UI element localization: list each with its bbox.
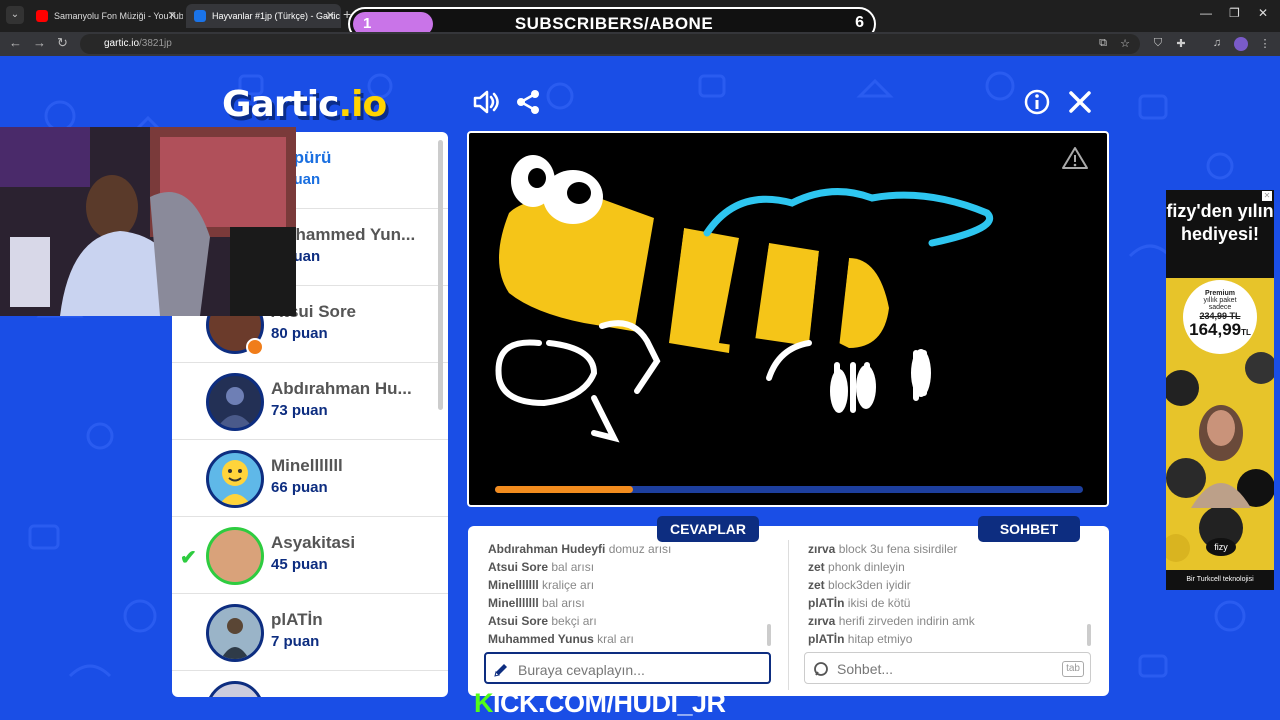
chat-message: plATİn hitap etmiyo bbox=[808, 632, 913, 646]
drawing-canvas[interactable] bbox=[467, 131, 1109, 507]
chat-message: zırva herifi zirveden indirin amk bbox=[808, 614, 975, 628]
bookmark-star-icon[interactable]: ☆ bbox=[1118, 37, 1132, 51]
avatar bbox=[206, 527, 264, 585]
info-icon[interactable] bbox=[1023, 88, 1051, 116]
answer-message: Abdırahman Hudeyfi domuz arısı bbox=[488, 542, 672, 556]
chat-input[interactable] bbox=[837, 659, 1077, 679]
menu-kebab-icon[interactable]: ⋮ bbox=[1258, 37, 1272, 51]
avatar bbox=[206, 373, 264, 431]
ad-close-icon[interactable]: ✕ bbox=[1262, 191, 1272, 201]
address-bar[interactable]: gartic.io/3821jp bbox=[80, 34, 1140, 54]
pencil-icon bbox=[494, 664, 507, 677]
close-window-icon[interactable]: ✕ bbox=[1258, 6, 1268, 20]
tab-key-hint: tab bbox=[1062, 661, 1084, 677]
close-icon[interactable] bbox=[1066, 88, 1094, 116]
close-tab-icon[interactable]: ✕ bbox=[168, 4, 177, 28]
ad-brand-logo: fizy bbox=[1206, 538, 1236, 556]
browser-tab-gartic[interactable]: Hayvanlar #1jp (Türkçe) - Gartic ✕ bbox=[186, 4, 341, 28]
chat-message: zet block3den iyidir bbox=[808, 578, 911, 592]
forward-icon[interactable]: → bbox=[33, 35, 46, 50]
player-points: 45 puan bbox=[271, 556, 328, 573]
install-app-icon[interactable]: ⧉ bbox=[1096, 37, 1110, 51]
media-icon[interactable]: ♫ bbox=[1210, 37, 1224, 51]
answers-scrollbar[interactable] bbox=[767, 624, 771, 646]
subscriber-goal-target: 6 bbox=[855, 14, 864, 31]
answer-input-box[interactable] bbox=[484, 652, 771, 684]
chat-input-box[interactable]: tab bbox=[804, 652, 1091, 684]
answer-message: Minelllllll bal arısı bbox=[488, 596, 585, 610]
gartic-logo[interactable]: Gartic.io bbox=[222, 84, 387, 125]
answer-input[interactable] bbox=[518, 660, 758, 680]
answer-message: Muhammed Yunus kral arı bbox=[488, 632, 634, 646]
panel-divider bbox=[788, 540, 789, 690]
status-badge bbox=[246, 338, 264, 356]
bee-drawing bbox=[495, 155, 994, 443]
player-name: Abdırahman Hu... bbox=[271, 379, 412, 398]
report-warning-icon[interactable] bbox=[1061, 145, 1089, 171]
answer-message: Atsui Sore bal arısı bbox=[488, 560, 595, 574]
reload-icon[interactable]: ↻ bbox=[57, 35, 68, 51]
minimize-icon[interactable]: — bbox=[1200, 6, 1212, 20]
chat-scrollbar[interactable] bbox=[1087, 624, 1091, 646]
profile-avatar[interactable] bbox=[1234, 37, 1248, 51]
player-points: 80 puan bbox=[271, 325, 328, 342]
ad-footer: Bir Turkcell teknolojisi bbox=[1166, 570, 1274, 590]
share-icon[interactable] bbox=[514, 88, 542, 116]
tab-search-button[interactable]: ⌄ bbox=[6, 6, 24, 24]
streamer-webcam bbox=[0, 127, 296, 316]
tab-title: Hayvanlar #1jp (Türkçe) - Gartic bbox=[212, 11, 341, 21]
answer-message: Minelllllll kraliçe arı bbox=[488, 578, 595, 592]
avatar bbox=[206, 681, 264, 697]
tab-answers[interactable]: CEVAPLAR bbox=[657, 516, 759, 542]
ad-price-badge: Premium yıllık paket sadece 234,99 TL 16… bbox=[1183, 280, 1257, 354]
chat-list: zırva block 3u fena sisirdiler zet phonk… bbox=[808, 540, 1098, 648]
round-timer-bar bbox=[495, 486, 1083, 493]
maximize-icon[interactable]: ❐ bbox=[1229, 6, 1240, 20]
player-name: plATİn bbox=[271, 610, 323, 629]
url-path: /3821jp bbox=[139, 38, 172, 49]
tab-chat[interactable]: SOHBET bbox=[978, 516, 1080, 542]
answer-message: Atsui Sore bekçi arı bbox=[488, 614, 597, 628]
browser-toolbar: ← → ↻ gartic.io/3821jp ⧉ ☆ ⛉ ✚ ♫ ⋮ bbox=[0, 32, 1280, 56]
player-points: 66 puan bbox=[271, 479, 328, 496]
avatar bbox=[206, 604, 264, 662]
tab-title: Samanyolu Fon Müziği - YouTub bbox=[54, 11, 183, 21]
youtube-icon bbox=[36, 10, 48, 22]
guessed-check-icon: ✔ bbox=[180, 547, 197, 569]
avatar bbox=[206, 450, 264, 508]
shield-icon[interactable]: ⛉ bbox=[1151, 37, 1165, 51]
back-icon[interactable]: ← bbox=[9, 35, 22, 50]
player-row[interactable]: ✔ Asyakitasi 45 puan bbox=[172, 517, 448, 594]
answers-list: Abdırahman Hudeyfi domuz arısı Atsui Sor… bbox=[488, 540, 778, 648]
advertisement-banner[interactable]: fizy'den yılın hediyesi! ✕ Premium yıllı… bbox=[1166, 190, 1274, 590]
round-timer-fill bbox=[495, 486, 634, 493]
player-row[interactable]: Minelllllll 66 puan bbox=[172, 440, 448, 517]
player-points: 73 puan bbox=[271, 402, 328, 419]
gartic-favicon-icon bbox=[194, 10, 206, 22]
chat-message: plATİn ikisi de kötü bbox=[808, 596, 911, 610]
player-row[interactable] bbox=[172, 671, 448, 697]
player-row[interactable]: plATİn 7 puan bbox=[172, 594, 448, 671]
url-site: gartic.io bbox=[104, 38, 140, 49]
chat-message: zırva block 3u fena sisirdiler bbox=[808, 542, 958, 556]
chat-bubble-icon bbox=[814, 662, 828, 676]
extensions-icon[interactable]: ✚ bbox=[1174, 37, 1188, 51]
sound-icon[interactable] bbox=[472, 88, 500, 116]
browser-tab-youtube[interactable]: Samanyolu Fon Müziği - YouTub ✕ bbox=[28, 4, 183, 28]
kick-channel-overlay: KICK.COM/HUDI_JR bbox=[474, 688, 726, 718]
player-name: Minelllllll bbox=[271, 456, 343, 475]
ad-headline: fizy'den yılın hediyesi! bbox=[1166, 190, 1274, 278]
chat-message: zet phonk dinleyin bbox=[808, 560, 905, 574]
player-points: 7 puan bbox=[271, 633, 320, 650]
close-tab-icon[interactable]: ✕ bbox=[326, 4, 335, 28]
player-name: Asyakitasi bbox=[271, 533, 356, 552]
player-row[interactable]: Abdırahman Hu... 73 puan bbox=[172, 363, 448, 440]
player-list-scrollbar[interactable] bbox=[438, 140, 443, 410]
subscriber-goal-title: SUBSCRIBERS/ABONE bbox=[514, 14, 714, 33]
